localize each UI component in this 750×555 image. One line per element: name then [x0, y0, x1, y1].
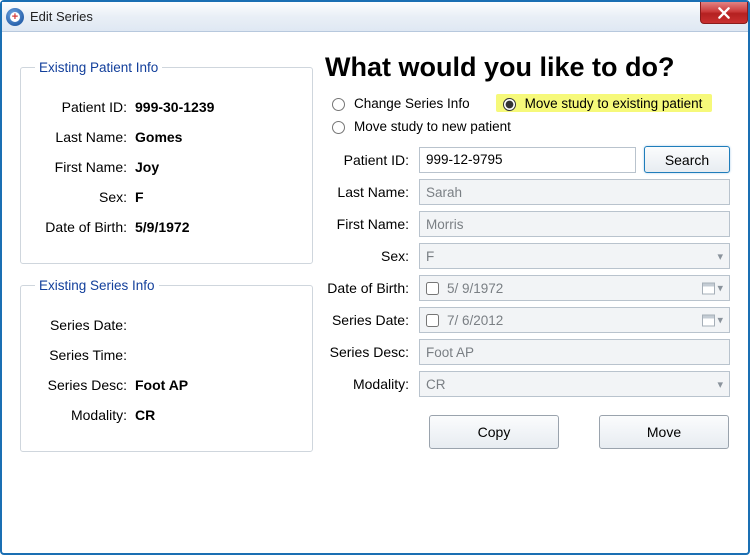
radio-move-new[interactable]: Move study to new patient — [327, 118, 730, 134]
form-label-last-name: Last Name: — [321, 184, 419, 200]
radio-move-new-label: Move study to new patient — [354, 119, 511, 134]
label-last-name: Last Name: — [35, 129, 135, 145]
value-patient-id: 999-30-1239 — [135, 99, 214, 115]
radio-move-new-input[interactable] — [332, 121, 345, 134]
calendar-icon — [702, 314, 715, 326]
form-label-modality: Modality: — [321, 376, 419, 392]
radio-move-existing[interactable]: Move study to existing patient — [496, 94, 713, 112]
chevron-down-icon: ▾ — [717, 282, 723, 295]
form-label-series-desc: Series Desc: — [321, 344, 419, 360]
existing-patient-panel: Existing Patient Info Patient ID:999-30-… — [20, 60, 313, 264]
calendar-icon — [702, 282, 715, 294]
radio-change-series-label: Change Series Info — [354, 96, 470, 111]
label-series-date: Series Date: — [35, 317, 135, 333]
existing-series-legend: Existing Series Info — [35, 278, 159, 293]
label-series-time: Series Time: — [35, 347, 135, 363]
search-button[interactable]: Search — [644, 146, 730, 173]
dob-checkbox[interactable] — [426, 282, 439, 295]
first-name-input — [419, 211, 730, 237]
form-label-dob: Date of Birth: — [321, 280, 419, 296]
dob-datepicker[interactable]: 5/ 9/1972 ▾ — [419, 275, 730, 301]
radio-move-existing-input[interactable] — [503, 98, 516, 111]
existing-series-panel: Existing Series Info Series Date: Series… — [20, 278, 313, 452]
value-first-name: Joy — [135, 159, 159, 175]
form-label-series-date: Series Date: — [321, 312, 419, 328]
app-icon — [6, 8, 24, 26]
value-modality: CR — [135, 407, 155, 423]
window-title: Edit Series — [30, 9, 93, 24]
label-dob: Date of Birth: — [35, 219, 135, 235]
sex-select-value: F — [426, 249, 434, 264]
value-last-name: Gomes — [135, 129, 182, 145]
chevron-down-icon: ▾ — [717, 250, 723, 263]
series-date-datepicker[interactable]: 7/ 6/2012 ▾ — [419, 307, 730, 333]
existing-patient-legend: Existing Patient Info — [35, 60, 162, 75]
form-label-patient-id: Patient ID: — [321, 152, 419, 168]
last-name-input — [419, 179, 730, 205]
label-sex: Sex: — [35, 189, 135, 205]
form-label-sex: Sex: — [321, 248, 419, 264]
series-date-checkbox[interactable] — [426, 314, 439, 327]
label-patient-id: Patient ID: — [35, 99, 135, 115]
dob-value: 5/ 9/1972 — [447, 281, 503, 296]
sex-select: F ▾ — [419, 243, 730, 269]
patient-id-input[interactable] — [419, 147, 636, 173]
value-dob: 5/9/1972 — [135, 219, 190, 235]
label-modality: Modality: — [35, 407, 135, 423]
radio-change-series[interactable]: Change Series Info — [327, 94, 470, 112]
chevron-down-icon: ▾ — [717, 314, 723, 327]
value-series-desc: Foot AP — [135, 377, 188, 393]
radio-change-series-input[interactable] — [332, 98, 345, 111]
series-date-value: 7/ 6/2012 — [447, 313, 503, 328]
titlebar: Edit Series — [2, 2, 748, 32]
modality-select-value: CR — [426, 377, 446, 392]
action-radio-group: Change Series Info Move study to existin… — [327, 91, 730, 134]
page-heading: What would you like to do? — [325, 52, 730, 83]
chevron-down-icon: ▾ — [717, 378, 723, 391]
series-desc-input — [419, 339, 730, 365]
radio-move-existing-label: Move study to existing patient — [525, 96, 703, 111]
close-button[interactable] — [700, 2, 748, 24]
label-first-name: First Name: — [35, 159, 135, 175]
value-sex: F — [135, 189, 144, 205]
form-label-first-name: First Name: — [321, 216, 419, 232]
modality-select: CR ▾ — [419, 371, 730, 397]
move-button[interactable]: Move — [599, 415, 729, 449]
label-series-desc: Series Desc: — [35, 377, 135, 393]
copy-button[interactable]: Copy — [429, 415, 559, 449]
close-icon — [717, 6, 731, 20]
